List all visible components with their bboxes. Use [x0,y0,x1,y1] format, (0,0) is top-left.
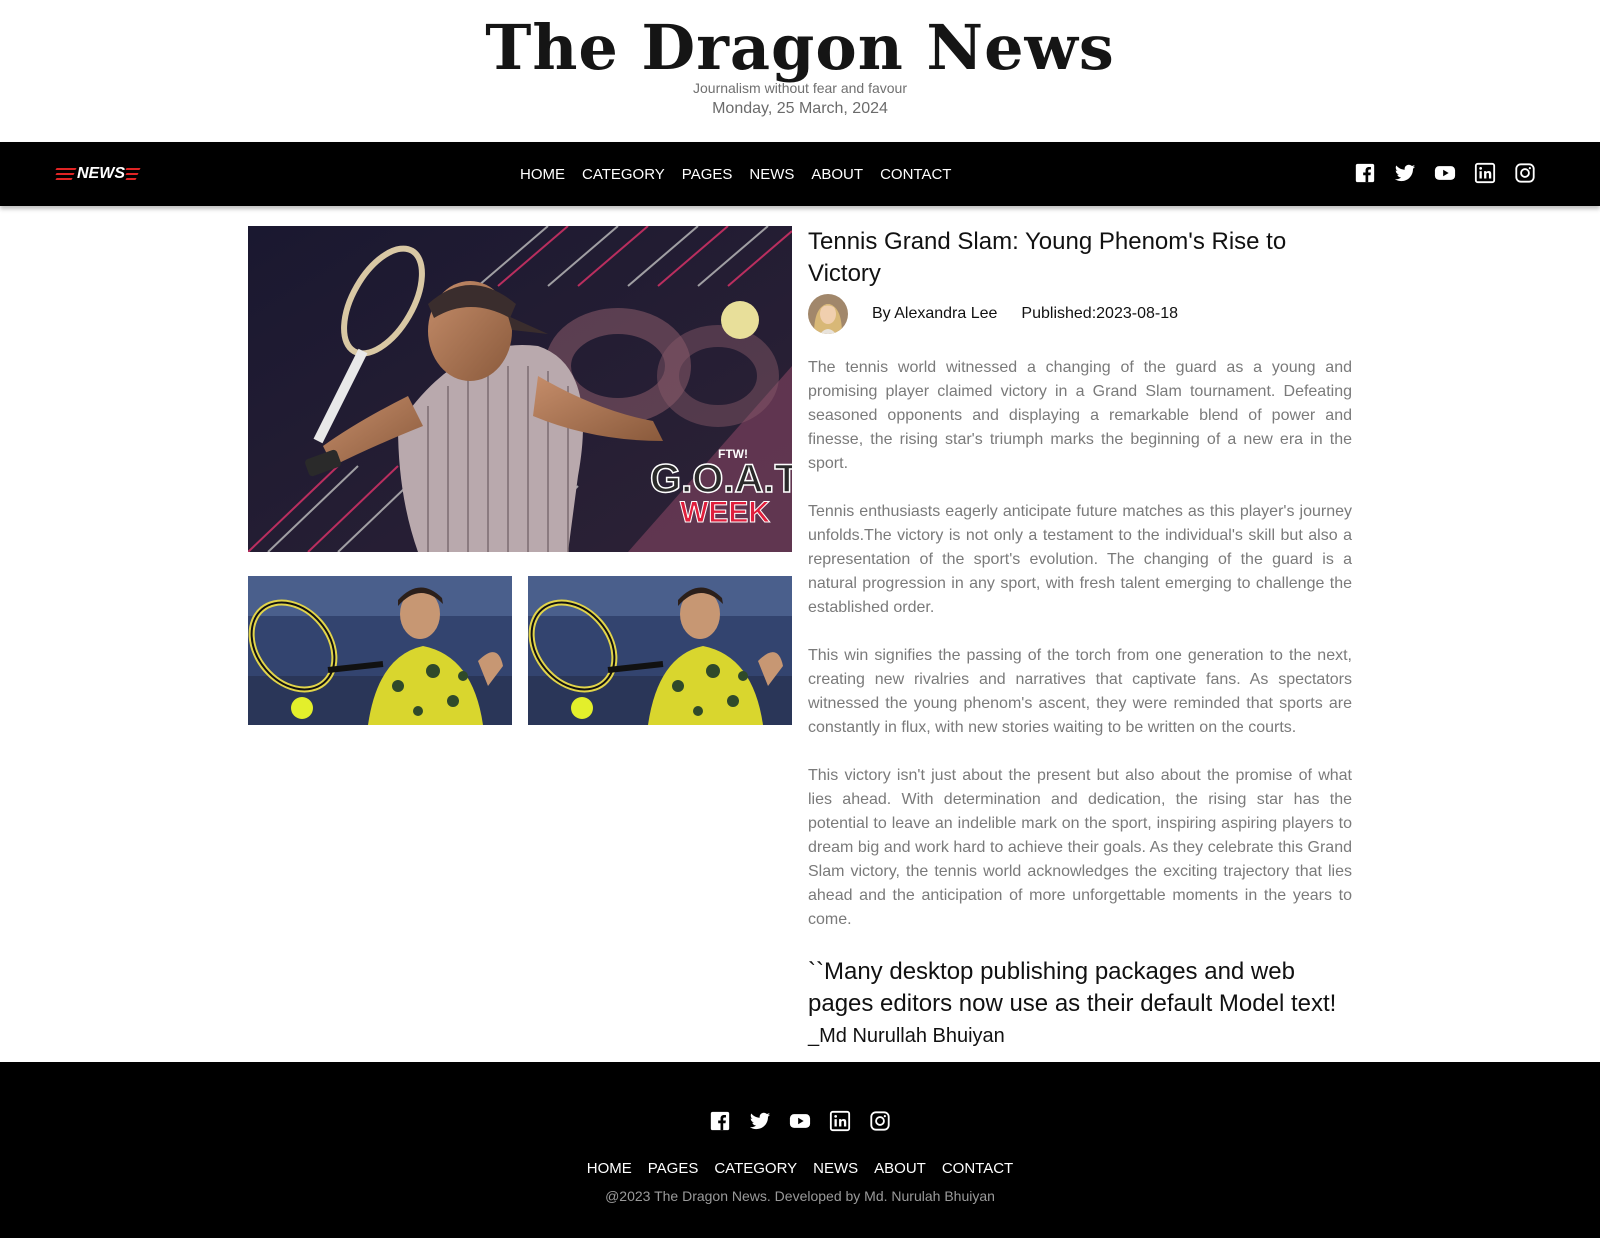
nav-item-contact[interactable]: CONTACT [880,166,951,183]
copyright-text: @2023 The Dragon News. Developed by Md. … [605,1188,995,1204]
logo-text: NEWS [77,165,125,182]
badge-sub-text: WEEK [680,496,770,529]
nav-social-links [1354,162,1536,184]
footer-item-pages[interactable]: PAGES [648,1160,699,1177]
instagram-icon[interactable] [869,1110,891,1132]
youtube-icon[interactable] [1434,162,1456,184]
article-body: The tennis world witnessed a changing of… [808,356,1352,932]
article-paragraph: The tennis world witnessed a changing of… [808,359,1352,472]
twitter-icon[interactable] [749,1110,771,1132]
linkedin-icon[interactable] [829,1110,851,1132]
article-published-date: Published:2023-08-18 [1021,305,1178,322]
youtube-icon[interactable] [789,1110,811,1132]
thumbnail-illustration [528,576,792,725]
nav-item-pages[interactable]: PAGES [682,166,733,183]
article-paragraph: Tennis enthusiasts eagerly anticipate fu… [808,503,1352,616]
article-headline: Tennis Grand Slam: Young Phenom's Rise t… [808,228,1287,287]
nav-item-news[interactable]: NEWS [749,166,794,183]
nav-item-about[interactable]: ABOUT [811,166,863,183]
quote-author: _Md Nurullah Bhuiyan [808,1025,1005,1047]
badge-main-text: G.O.A.T. [650,457,792,501]
article-paragraph: This victory isn't just about the presen… [808,767,1352,928]
nav-menu: HOME CATEGORY PAGES NEWS ABOUT CONTACT [520,142,968,206]
thumbnail-image-2[interactable] [528,576,792,725]
site-title[interactable]: The Dragon News [0,10,1600,86]
thumbnail-illustration [248,576,512,725]
masthead: The Dragon News Journalism without fear … [0,0,1600,142]
twitter-icon[interactable] [1394,162,1416,184]
article-meta: By Alexandra Lee Published:2023-08-18 [808,294,1352,334]
footer-item-about[interactable]: ABOUT [874,1160,926,1177]
article: Tennis Grand Slam: Young Phenom's Rise t… [808,226,1352,1052]
footer-social-links [0,1110,1600,1132]
footer-item-home[interactable]: HOME [587,1160,632,1177]
nav-item-category[interactable]: CATEGORY [582,166,665,183]
instagram-icon[interactable] [1514,162,1536,184]
article-author[interactable]: By Alexandra Lee [872,305,997,323]
footer-item-news[interactable]: NEWS [813,1160,858,1177]
footer-menu: HOME PAGES CATEGORY NEWS ABOUT CONTACT [0,1160,1600,1177]
main-navbar: NEWS HOME CATEGORY PAGES NEWS ABOUT CONT… [0,142,1600,206]
facebook-icon[interactable] [1354,162,1376,184]
site-footer: HOME PAGES CATEGORY NEWS ABOUT CONTACT @… [0,1062,1600,1238]
linkedin-icon[interactable] [1474,162,1496,184]
facebook-icon[interactable] [709,1110,731,1132]
footer-item-contact[interactable]: CONTACT [942,1160,1013,1177]
hero-image: FTW! G.O.A.T. WEEK [248,226,792,552]
site-tagline: Journalism without fear and favour [693,80,907,96]
article-quote: ``Many desktop publishing packages and w… [808,958,1337,1017]
current-date: Monday, 25 March, 2024 [712,100,888,117]
article-paragraph: This win signifies the passing of the to… [808,647,1352,736]
logo-stripes [55,168,77,180]
news-logo[interactable]: NEWS [55,162,141,186]
author-avatar[interactable] [808,294,848,334]
logo-stripes-right [125,168,141,180]
footer-item-category[interactable]: CATEGORY [714,1160,797,1177]
nav-item-home[interactable]: HOME [520,166,565,183]
hero-illustration: FTW! G.O.A.T. WEEK [248,226,792,552]
thumbnail-image-1[interactable] [248,576,512,725]
